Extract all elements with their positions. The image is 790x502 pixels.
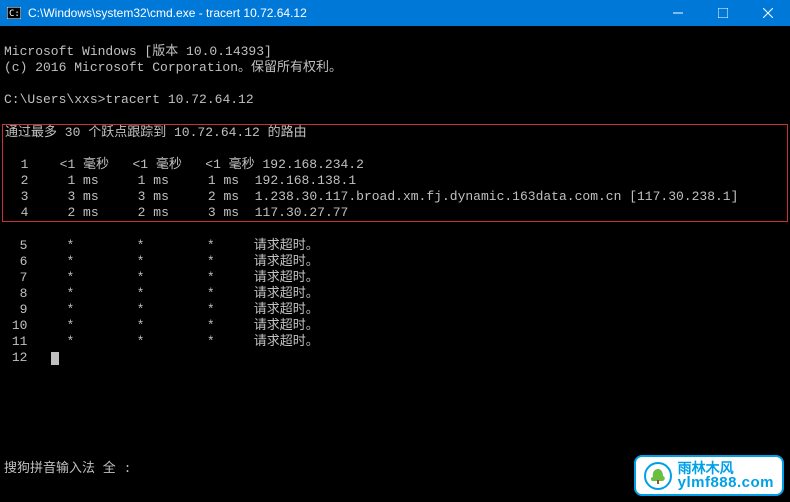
window-controls <box>655 0 790 26</box>
hop-row: 2 1 ms 1 ms 1 ms 192.168.138.1 <box>5 173 356 188</box>
hop-row: 3 3 ms 3 ms 2 ms 1.238.30.117.broad.xm.f… <box>5 189 738 204</box>
hop-row: 9 * * * 请求超时。 <box>4 302 319 317</box>
hop-row: 10 * * * 请求超时。 <box>4 318 319 333</box>
close-icon <box>763 8 773 18</box>
cursor <box>51 352 59 365</box>
watermark: 雨林木风 ylmf888.com <box>634 455 784 496</box>
trace-highlight-box: 通过最多 30 个跃点跟踪到 10.72.64.12 的路由 1 <1 毫秒 <… <box>2 124 788 222</box>
hop-row: 6 * * * 请求超时。 <box>4 254 319 269</box>
close-button[interactable] <box>745 0 790 26</box>
hop-row: 12 <box>4 350 59 365</box>
watermark-logo-icon <box>644 462 672 490</box>
hop-row: 8 * * * 请求超时。 <box>4 286 319 301</box>
hop-row: 4 2 ms 2 ms 3 ms 117.30.27.77 <box>5 205 348 220</box>
watermark-url: ylmf888.com <box>678 475 774 490</box>
command-text: tracert 10.72.64.12 <box>105 92 253 107</box>
trace-header: 通过最多 30 个跃点跟踪到 10.72.64.12 的路由 <box>5 125 307 140</box>
ime-status: 搜狗拼音输入法 全 : <box>4 457 131 476</box>
maximize-button[interactable] <box>700 0 745 26</box>
os-version-line: Microsoft Windows [版本 10.0.14393] <box>4 44 272 59</box>
prompt-path: C:\Users\xxs> <box>4 92 105 107</box>
watermark-name: 雨林木风 <box>678 461 774 475</box>
minimize-icon <box>673 8 683 18</box>
hop-row: 7 * * * 请求超时。 <box>4 270 319 285</box>
minimize-button[interactable] <box>655 0 700 26</box>
cmd-icon: C:\ <box>6 5 22 21</box>
copyright-line: (c) 2016 Microsoft Corporation。保留所有权利。 <box>4 60 342 75</box>
terminal-output[interactable]: Microsoft Windows [版本 10.0.14393] (c) 20… <box>0 26 790 368</box>
window-titlebar: C:\ C:\Windows\system32\cmd.exe - tracer… <box>0 0 790 26</box>
window-title: C:\Windows\system32\cmd.exe - tracert 10… <box>28 6 655 20</box>
watermark-text: 雨林木风 ylmf888.com <box>678 461 774 490</box>
hop-row: 11 * * * 请求超时。 <box>4 334 319 349</box>
hop-row: 5 * * * 请求超时。 <box>4 238 319 253</box>
maximize-icon <box>718 8 728 18</box>
svg-text:C:\: C:\ <box>9 9 21 19</box>
pending-hop: 12 <box>12 350 28 365</box>
hop-row: 1 <1 毫秒 <1 毫秒 <1 毫秒 192.168.234.2 <box>5 157 364 172</box>
